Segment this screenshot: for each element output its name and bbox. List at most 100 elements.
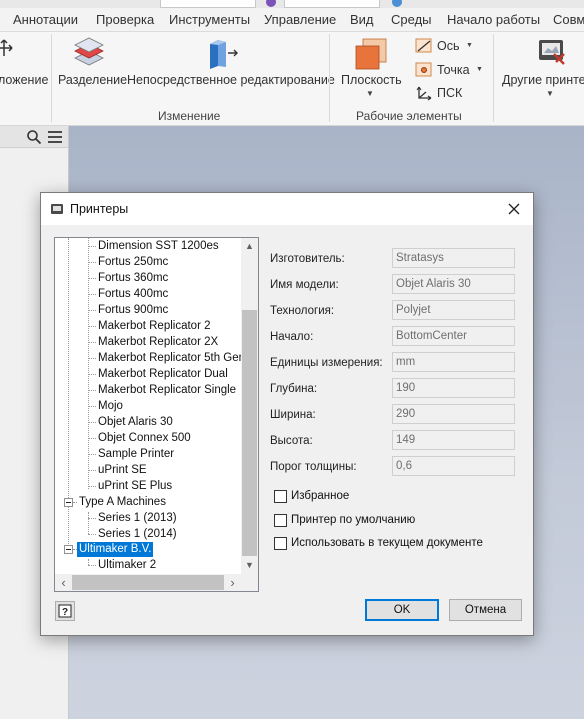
plane-dropdown-arrow-icon[interactable]: ▼ (366, 89, 374, 98)
ribbon-separator (329, 34, 330, 122)
quick-access-field[interactable] (160, 0, 256, 8)
tree-item-printer[interactable]: Makerbot Replicator 5th Gen. (96, 351, 250, 366)
tab-collaborate[interactable]: Совм (553, 12, 584, 27)
other-printers-dropdown-arrow-icon[interactable]: ▼ (546, 89, 554, 98)
default-printer-checkbox[interactable] (274, 514, 287, 527)
tree-line (88, 518, 96, 519)
tree-item-manufacturer[interactable]: Type A Machines (77, 495, 168, 510)
tree-item-printer[interactable]: Series 1 (2013) (96, 511, 179, 526)
search-icon[interactable] (26, 129, 42, 145)
tree-line (88, 512, 89, 534)
printer-icon[interactable] (534, 36, 568, 70)
favorite-checkbox-label[interactable]: Избранное (291, 490, 349, 502)
axis-icon[interactable] (415, 38, 433, 54)
units-field: mm (392, 352, 515, 372)
tree-item-printer[interactable]: uPrint SE (96, 463, 149, 478)
close-button[interactable] (501, 197, 527, 221)
tree-item-printer[interactable]: uPrint SE Plus (96, 479, 174, 494)
point-button[interactable]: Точка (437, 63, 470, 77)
axis-dropdown-arrow-icon[interactable]: ▼ (466, 42, 473, 49)
tree-line (88, 390, 96, 391)
favorite-checkbox[interactable] (274, 490, 287, 503)
tree-item-printer[interactable]: Objet Connex 500 (96, 431, 193, 446)
cancel-button[interactable]: Отмена (449, 599, 522, 621)
technology-label: Технология: (270, 305, 335, 317)
other-printers-button[interactable]: Другие принте (502, 73, 584, 87)
tree-item-printer[interactable]: Fortus 900mc (96, 303, 170, 318)
tree-item-printer[interactable]: Fortus 250mc (96, 255, 170, 270)
tree-item-printer[interactable]: Ultimaker 2 (96, 558, 158, 573)
tab-view[interactable]: Вид (350, 12, 374, 27)
tab-tools[interactable]: Инструменты (169, 12, 250, 27)
tab-inspect[interactable]: Проверка (96, 12, 154, 27)
partial-command-icon[interactable] (0, 38, 14, 58)
tree-line (88, 374, 96, 375)
manufacturer-field: Stratasys (392, 248, 515, 268)
direct-edit-icon[interactable] (206, 36, 240, 70)
tree-line (88, 470, 96, 471)
tree-item-printer[interactable]: Objet Alaris 30 (96, 415, 175, 430)
tree-item-printer[interactable]: Dimension SST 1200es (96, 239, 221, 254)
ucs-icon[interactable] (415, 85, 433, 101)
scroll-left-arrow-icon[interactable]: ‹ (55, 574, 72, 591)
axis-button[interactable]: Ось (437, 39, 460, 53)
tab-annotations[interactable]: Аннотации (13, 12, 78, 27)
width-label: Ширина: (270, 409, 316, 421)
origin-label: Начало: (270, 331, 314, 343)
manufacturer-label: Изготовитель: (270, 253, 345, 265)
plane-icon[interactable] (354, 37, 388, 71)
depth-label: Глубина: (270, 383, 318, 395)
origin-field: BottomCenter (392, 326, 515, 346)
point-dropdown-arrow-icon[interactable]: ▼ (476, 66, 483, 73)
tab-manage[interactable]: Управление (264, 12, 336, 27)
tree-item-printer[interactable]: Makerbot Replicator 2 (96, 319, 213, 334)
use-in-current-document-checkbox[interactable] (274, 537, 287, 550)
tree-item-printer[interactable]: Fortus 400mc (96, 287, 170, 302)
tree-horizontal-scrollbar[interactable]: ‹ › (55, 574, 241, 591)
tree-item-printer[interactable]: Mojo (96, 399, 125, 414)
scroll-right-arrow-icon[interactable]: › (224, 574, 241, 591)
help-button[interactable]: ? (55, 601, 75, 621)
tree-item-printer[interactable]: Sample Printer (96, 447, 176, 462)
ribbon: ложение Разделение Непосредственное реда… (0, 32, 584, 126)
tree-item-printer[interactable]: Fortus 360mc (96, 271, 170, 286)
split-icon[interactable] (72, 36, 106, 70)
collapse-icon[interactable] (64, 545, 73, 554)
ribbon-separator (51, 34, 52, 122)
model-name-label: Имя модели: (270, 279, 339, 291)
partial-command-label[interactable]: ложение (0, 73, 48, 87)
dialog-title: Принтеры (70, 202, 129, 216)
scroll-thumb[interactable] (242, 310, 257, 556)
tree-item-printer[interactable]: Series 1 (2014) (96, 527, 179, 542)
tree-line (88, 310, 96, 311)
tree-line (88, 342, 96, 343)
help-icon: ? (58, 604, 72, 618)
scroll-thumb[interactable] (72, 575, 224, 590)
printer-tree[interactable]: Dimension SST 1200es Fortus 250mc Fortus… (54, 237, 259, 592)
split-button[interactable]: Разделение (58, 73, 127, 87)
tree-vertical-scrollbar[interactable]: ▲ ▼ (241, 238, 258, 574)
width-field: 290 (392, 404, 515, 424)
default-printer-checkbox-label[interactable]: Принтер по умолчанию (291, 514, 415, 526)
scroll-down-arrow-icon[interactable]: ▼ (241, 557, 258, 574)
direct-edit-button[interactable]: Непосредственное редактирование (127, 73, 335, 87)
point-icon[interactable] (415, 62, 433, 78)
tree-item-printer[interactable]: Makerbot Replicator Dual (96, 367, 230, 382)
tree-item-printer[interactable]: Makerbot Replicator Single (96, 383, 238, 398)
collapse-icon[interactable] (64, 498, 73, 507)
use-in-current-document-checkbox-label[interactable]: Использовать в текущем документе (291, 537, 483, 549)
printers-dialog: Принтеры Dimension SST 1200es Fortus 250… (40, 192, 534, 636)
ucs-button[interactable]: ПСК (437, 86, 462, 100)
tab-environments[interactable]: Среды (391, 12, 432, 27)
plane-button[interactable]: Плоскость (341, 73, 402, 87)
tree-item-printer[interactable]: Makerbot Replicator 2X (96, 335, 220, 350)
close-icon (508, 203, 520, 215)
model-name-field: Objet Alaris 30 (392, 274, 515, 294)
scroll-up-arrow-icon[interactable]: ▲ (241, 238, 258, 255)
search-field[interactable] (284, 0, 380, 8)
menu-icon[interactable] (47, 130, 63, 144)
tree-line (88, 422, 96, 423)
tab-get-started[interactable]: Начало работы (447, 12, 540, 27)
tree-item-manufacturer-selected[interactable]: Ultimaker B.V. (77, 542, 154, 557)
ok-button[interactable]: OK (365, 599, 439, 621)
